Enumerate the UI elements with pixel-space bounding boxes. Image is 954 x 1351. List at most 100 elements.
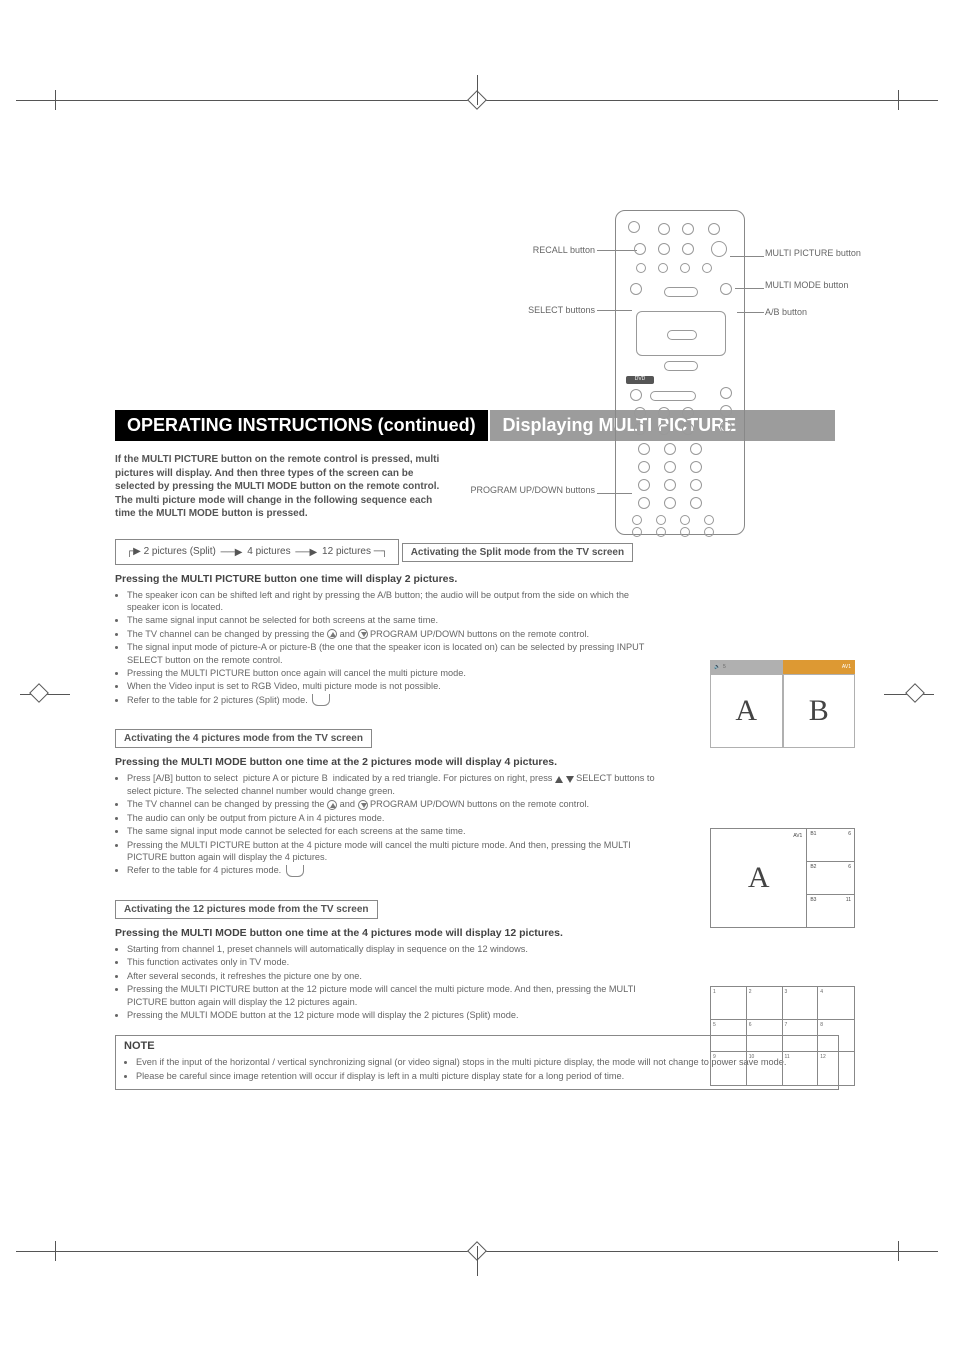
- split-bullets: The speaker icon can be shifted left and…: [115, 589, 655, 707]
- round-button-icon: [680, 263, 690, 273]
- prog-up-icon: [327, 629, 337, 639]
- split-bullet: Pressing the MULTI PICTURE button once a…: [127, 667, 655, 679]
- num-5: [664, 461, 676, 473]
- cell: 3: [783, 987, 819, 1020]
- four-b3-name: B3: [810, 897, 816, 925]
- four-bullet: Pressing the MULTI PICTURE button at the…: [127, 839, 655, 864]
- num-6: [690, 461, 702, 473]
- four-bullet: The same signal input mode cannot be sel…: [127, 825, 655, 837]
- cell: 2: [747, 987, 783, 1020]
- crop-diamond-right: [905, 683, 925, 703]
- round-button-icon: [658, 243, 670, 255]
- ok-button-icon: [667, 330, 697, 340]
- pause-icon: [658, 407, 670, 419]
- nav-pad: [636, 311, 726, 356]
- round-button-icon: [720, 387, 732, 399]
- round-button-icon: [656, 527, 666, 537]
- up-triangle-icon: [555, 776, 563, 783]
- cell: 11: [783, 1052, 819, 1085]
- four-heading: Pressing the MULTI MODE button one time …: [115, 756, 839, 768]
- four-b1-name: B1: [810, 831, 816, 859]
- round-button-icon: [704, 527, 714, 537]
- four-bullet: Refer to the table for 4 pictures mode.: [127, 864, 655, 877]
- round-button-icon: [682, 223, 694, 235]
- four-b3-ch: 11: [846, 897, 851, 925]
- twelve-bullet: Pressing the MULTI MODE button at the 12…: [127, 1009, 655, 1021]
- four-b2-ch: 6: [848, 864, 851, 892]
- cell: 7: [783, 1020, 819, 1053]
- prog-down-icon: [358, 629, 368, 639]
- crop-diamond-left: [29, 683, 49, 703]
- power2-icon: [630, 389, 642, 401]
- multi-picture-icon: [711, 241, 727, 257]
- illustration-twelve: 1 2 3 4 5 6 7 8 9 10 11 12: [710, 986, 855, 1086]
- label-program: PROGRAM UP/DOWN buttons: [425, 485, 595, 495]
- play-pill-icon: [650, 391, 696, 401]
- next-icon: [682, 423, 694, 435]
- flow-c: 12 pictures: [322, 547, 371, 558]
- round-button-icon: [632, 515, 642, 525]
- illustration-split: 🔊 5 AV1 A B: [710, 660, 855, 748]
- round-button-icon: [682, 243, 694, 255]
- four-bullet: The audio can only be output from pictur…: [127, 812, 655, 824]
- cell: 5: [711, 1020, 747, 1053]
- flow-a: 2 pictures (Split): [144, 547, 216, 558]
- split-bullet: When the Video input is set to RGB Video…: [127, 680, 655, 692]
- label-multi-picture: MULTI PICTURE button: [765, 248, 905, 258]
- round-button-icon: [702, 263, 712, 273]
- twelve-box: Activating the 12 pictures mode from the…: [115, 900, 378, 919]
- cell: 12: [818, 1052, 854, 1085]
- cell: 6: [747, 1020, 783, 1053]
- up-pill-icon: [664, 287, 698, 297]
- split-box: Activating the Split mode from the TV sc…: [402, 543, 633, 562]
- four-A-tag: AV1: [793, 833, 802, 839]
- twelve-bullet: Starting from channel 1, preset channels…: [127, 943, 655, 955]
- num-1: [638, 443, 650, 455]
- num-0: [664, 497, 676, 509]
- label-recall: RECALL button: [455, 245, 595, 255]
- cell: 4: [818, 987, 854, 1020]
- prev-icon: [634, 423, 646, 435]
- round-button-icon: [632, 527, 642, 537]
- num-8: [664, 479, 676, 491]
- split-bullet: The TV channel can be changed by pressin…: [127, 628, 655, 640]
- label-select: SELECT buttons: [455, 305, 595, 315]
- remote-diagram: RECALL button SELECT buttons PROGRAM UP/…: [465, 210, 954, 540]
- prog-down-icon: [638, 497, 650, 509]
- intro-text: If the MULTI PICTURE button on the remot…: [115, 453, 455, 521]
- split-bullet: The same signal input cannot be selected…: [127, 614, 655, 626]
- cell: 9: [711, 1052, 747, 1085]
- round-button-icon: [680, 527, 690, 537]
- label-multi-mode: MULTI MODE button: [765, 280, 905, 290]
- round-button-icon: [704, 515, 714, 525]
- four-b1-ch: 6: [848, 831, 851, 859]
- four-A: A: [748, 861, 770, 895]
- num-7: [638, 479, 650, 491]
- power-icon: [628, 221, 640, 233]
- page-content: OPERATING INSTRUCTIONS (continued) RECAL…: [115, 170, 839, 1090]
- four-bullet: Press [A/B] button to select picture A o…: [127, 772, 655, 797]
- twelve-bullet: This function activates only in TV mode.: [127, 956, 655, 968]
- ff-icon: [682, 407, 694, 419]
- prog-down-icon: [358, 800, 368, 810]
- round-button-icon: [708, 223, 720, 235]
- label-ab: A/B button: [765, 307, 905, 317]
- round-button-icon: [680, 515, 690, 525]
- split-bullet: The signal input mode of picture-A or pi…: [127, 641, 655, 666]
- split-bullet: Refer to the table for 2 pictures (Split…: [127, 694, 655, 707]
- split-heading: Pressing the MULTI PICTURE button one ti…: [115, 573, 839, 585]
- flow-b: 4 pictures: [247, 547, 290, 558]
- cell: 1: [711, 987, 747, 1020]
- num-3: [690, 443, 702, 455]
- menu-icon: [630, 283, 642, 295]
- round-button-icon: [636, 263, 646, 273]
- down-triangle-icon: [566, 776, 574, 783]
- round-button-icon: [656, 515, 666, 525]
- num-2: [664, 443, 676, 455]
- twelve-heading: Pressing the MULTI MODE button one time …: [115, 927, 839, 939]
- remote-outline: DVD: [615, 210, 745, 535]
- illustration-four: AV1 A B16 B26 B311: [710, 828, 855, 928]
- twelve-bullet: After several seconds, it refreshes the …: [127, 970, 655, 982]
- round-button-icon: [658, 263, 668, 273]
- split-B: B: [784, 675, 855, 747]
